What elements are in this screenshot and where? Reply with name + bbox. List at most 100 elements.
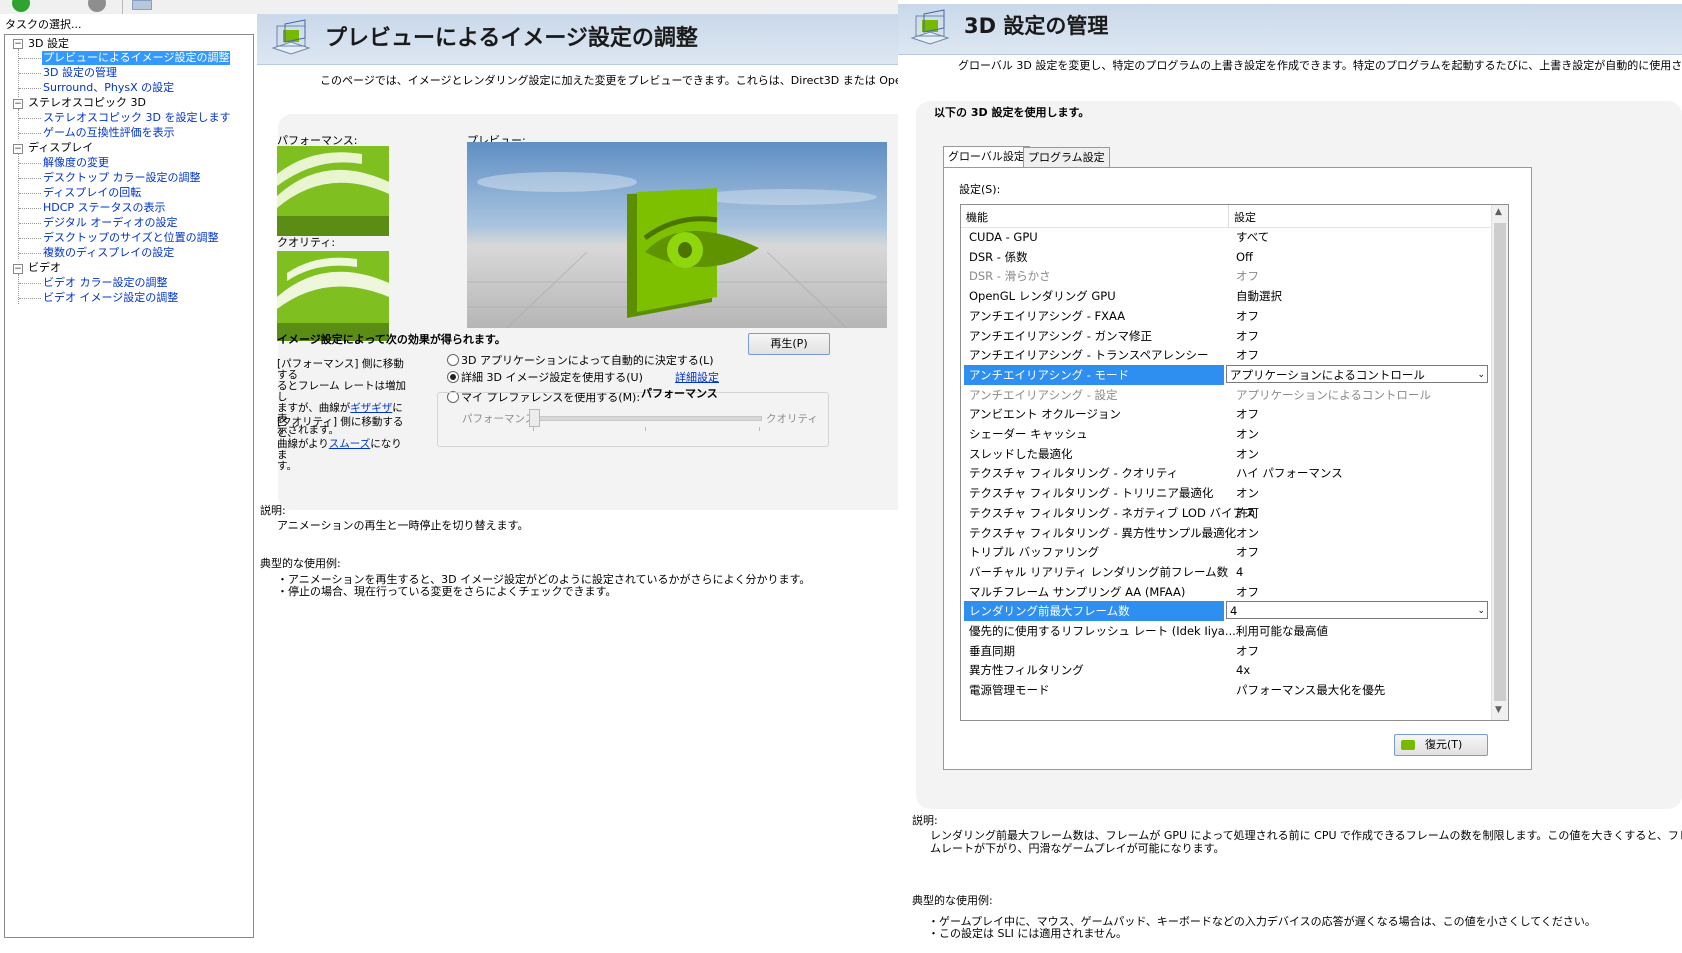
settings-grid[interactable]: 機能 設定 CUDA - GPU すべて DSR - 係数 Off DSR - 滑らかさ… (960, 204, 1509, 721)
setting-dropdown[interactable]: アプリケーションによるコントロール ⌄ (1226, 364, 1488, 384)
grid-row[interactable]: テクスチャ フィルタリング - クオリティ ハイ パフォーマンス (961, 463, 1491, 483)
grid-row[interactable]: シェーダー キャッシュ オン (961, 424, 1491, 444)
help-line: るとフレーム レートは増加し (277, 380, 407, 403)
grid-row[interactable]: 異方性フィルタリング 4x (961, 660, 1491, 680)
setting-value: 利用可能な最高値 (1236, 624, 1328, 638)
feature-cell: 異方性フィルタリング (969, 663, 1084, 678)
grid-row[interactable]: CUDA - GPU すべて (961, 227, 1491, 247)
grid-row[interactable]: テクスチャ フィルタリング - トリリニア最適化 オン (961, 483, 1491, 503)
restore-button[interactable]: 復元(T) (1394, 734, 1488, 756)
grid-row[interactable]: 電源管理モード パフォーマンス最大化を優先 (961, 680, 1491, 700)
tree-item-stereo-setup[interactable]: ステレオスコピック 3D を設定します (43, 111, 230, 125)
grid-row[interactable]: バーチャル リアリティ レンダリング前フレーム数 4 (961, 562, 1491, 582)
feature-cell: アンチエイリアシング - モード (964, 364, 1224, 385)
usage-line: ・停止の場合、現在行っている変更をさらによくチェックできます。 (277, 585, 617, 598)
tree-item-resolution[interactable]: 解像度の変更 (43, 156, 109, 170)
feature-cell: OpenGL レンダリング GPU (969, 289, 1116, 304)
description-heading: 説明: (260, 504, 286, 517)
chevron-down-icon[interactable]: ⌄ (1477, 602, 1485, 620)
tree-item-audio[interactable]: デジタル オーディオの設定 (43, 216, 178, 230)
grid-row[interactable]: アンチエイリアシング - ガンマ修正 オフ (961, 326, 1491, 346)
grid-row[interactable]: アンチエイリアシング - FXAA オフ (961, 306, 1491, 326)
preference-slider-track[interactable] (532, 416, 762, 421)
grid-row[interactable]: アンビエント オクルージョン オフ (961, 404, 1491, 424)
nvidia-3d-icon (910, 9, 950, 45)
tab-global[interactable]: グローバル設定 (943, 146, 1030, 169)
tree-item-hdcp[interactable]: HDCP ステータスの表示 (43, 201, 166, 215)
tree-category-stereo[interactable]: ステレオスコピック 3D (28, 96, 146, 110)
grid-row[interactable]: アンチエイリアシング - 設定 アプリケーションによるコントロール (961, 385, 1491, 405)
grid-row[interactable]: トリプル バッファリング オフ (961, 542, 1491, 562)
setting-cell: 許可 (1236, 503, 1259, 523)
grid-row[interactable]: DSR - 滑らかさ オフ (961, 266, 1491, 286)
help-line: す。 (277, 460, 297, 472)
setting-cell: オン (1236, 444, 1259, 464)
column-header-feature[interactable]: 機能 (966, 209, 988, 225)
back-icon[interactable] (12, 0, 30, 12)
scroll-thumb[interactable] (1494, 223, 1506, 701)
grid-row[interactable]: 垂直同期 オフ (961, 641, 1491, 661)
setting-value: オン (1236, 486, 1259, 501)
tree-item-desktop-color[interactable]: デスクトップ カラー設定の調整 (43, 171, 201, 185)
setting-cell: オン (1236, 483, 1259, 503)
grid-row[interactable]: マルチフレーム サンプリング AA (MFAA) オフ (961, 582, 1491, 602)
tree-item-desktop-size[interactable]: デスクトップのサイズと位置の調整 (43, 231, 219, 245)
3d-preview-viewport[interactable] (467, 142, 887, 328)
feature-cell: アンチエイリアシング - ガンマ修正 (969, 328, 1153, 343)
tab-program[interactable]: プログラム設定 (1023, 147, 1110, 168)
expander-icon[interactable]: − (13, 99, 23, 109)
radio-auto-label[interactable]: 3D アプリケーションによって自動的に決定する(L) (461, 352, 714, 368)
grid-row[interactable]: DSR - 係数 Off (961, 247, 1491, 267)
expander-icon[interactable]: − (13, 39, 23, 49)
setting-cell: Off (1236, 247, 1253, 267)
help-line: [クオリティ] 側に移動すると、 (277, 416, 404, 439)
grid-row[interactable]: アンチエイリアシング - モード アプリケーションによるコントロール ⌄ (961, 364, 1491, 385)
tree-item-manage-3d[interactable]: 3D 設定の管理 (43, 66, 117, 80)
chevron-down-icon[interactable]: ⌄ (1477, 366, 1485, 384)
radio-auto[interactable] (447, 354, 459, 366)
tree-item-video-image[interactable]: ビデオ イメージ設定の調整 (43, 291, 178, 305)
setting-value: オフ (1236, 545, 1259, 560)
settings-label: 設定(S): (959, 183, 1001, 196)
grid-row[interactable]: OpenGL レンダリング GPU 自動選択 (961, 286, 1491, 306)
setting-cell: オン (1236, 523, 1259, 543)
tree-category-3d[interactable]: 3D 設定 (28, 37, 69, 51)
column-header-setting[interactable]: 設定 (1234, 209, 1256, 225)
scroll-down-icon[interactable]: ▼ (1495, 705, 1502, 715)
grid-row[interactable]: スレッドした最適化 オン (961, 444, 1491, 464)
grid-scrollbar[interactable]: ▲ ▼ (1491, 205, 1508, 720)
grid-row[interactable]: テクスチャ フィルタリング - ネガティブ LOD バイアス 許可 (961, 503, 1491, 523)
grid-row[interactable]: 優先的に使用するリフレッシュ レート (Idek Iiya... 利用可能な最高値 (961, 621, 1491, 641)
play-button[interactable]: 再生(P) (748, 333, 830, 355)
grid-row[interactable]: アンチエイリアシング - トランスペアレンシー オフ (961, 345, 1491, 365)
tree-category-video[interactable]: ビデオ (28, 261, 61, 275)
expander-icon[interactable]: − (13, 144, 23, 154)
tree-category-display[interactable]: ディスプレイ (28, 141, 93, 155)
tree-item-image-preview[interactable]: プレビューによるイメージ設定の調整 (42, 51, 231, 65)
smooth-link[interactable]: スムーズ (329, 438, 370, 450)
grid-row[interactable]: レンダリング前最大フレーム数 4 ⌄ (961, 601, 1491, 622)
forward-icon[interactable] (88, 0, 106, 12)
jaggy-link[interactable]: ギザギザ (350, 402, 392, 414)
slider-tick (645, 427, 646, 431)
setting-cell: オフ (1236, 641, 1259, 661)
tree-item-game-compat[interactable]: ゲームの互換性評価を表示 (43, 126, 175, 140)
home-icon[interactable] (132, 0, 152, 10)
task-tree: − 3D 設定 プレビューによるイメージ設定の調整 3D 設定の管理 Surro… (4, 34, 254, 938)
advanced-settings-link[interactable]: 詳細設定 (675, 369, 719, 385)
scroll-up-icon[interactable]: ▲ (1495, 207, 1502, 217)
tree-item-surround-physx[interactable]: Surround、PhysX の設定 (43, 81, 174, 95)
grid-row[interactable]: テクスチャ フィルタリング - 異方性サンプル最適化 オン (961, 523, 1491, 543)
tree-item-video-color[interactable]: ビデオ カラー設定の調整 (43, 276, 168, 290)
preference-slider-thumb[interactable] (529, 409, 540, 427)
expander-icon[interactable]: − (13, 264, 23, 274)
radio-advanced-label[interactable]: 詳細 3D イメージ設定を使用する(U) (461, 369, 643, 385)
feature-cell: 電源管理モード (969, 683, 1050, 698)
radio-advanced[interactable] (447, 371, 459, 383)
tree-item-rotate[interactable]: ディスプレイの回転 (43, 186, 141, 200)
tree-item-multi-display[interactable]: 複数のディスプレイの設定 (43, 246, 174, 260)
feature-cell: 優先的に使用するリフレッシュ レート (Idek Iiya... (969, 624, 1236, 638)
quality-help-text: [クオリティ] 側に移動すると、 曲線がよりスムーズになりま す。 (277, 417, 412, 472)
setting-dropdown[interactable]: 4 ⌄ (1226, 601, 1488, 620)
quality-thumbnail (277, 251, 389, 341)
